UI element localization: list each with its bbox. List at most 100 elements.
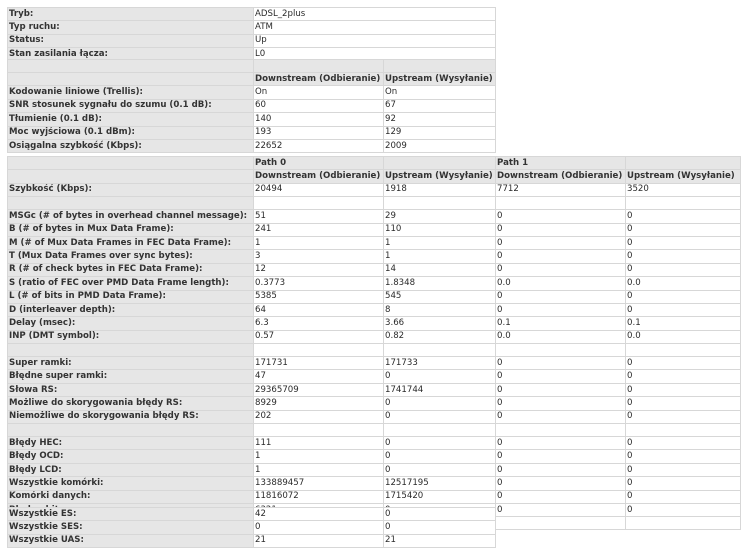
spacer-cell: [383, 59, 496, 73]
stat-label: MSGc (# of bytes in overhead channel mes…: [7, 209, 254, 224]
stat-value: 0: [625, 436, 741, 451]
stat-value: 0: [625, 462, 741, 478]
stat-value: 0.1: [625, 316, 741, 331]
stat-row: L (# of bits in PMD Data Frame): 5385 545 0…: [7, 289, 741, 304]
spacer-cell: [383, 343, 496, 358]
stat-label: T (Mux Data Frames over sync bytes):: [7, 249, 254, 264]
stat-value: 29: [383, 209, 496, 224]
params-section: MSGc (# of bytes in overhead channel mes…: [7, 209, 741, 345]
stat-label: Błędy LCD:: [7, 462, 254, 478]
general-status-table: Tryb: ADSL_2plus Typ ruchu: ATM Status: …: [7, 6, 496, 62]
downstream-header: Downstream (Odbieranie): [495, 169, 626, 184]
stat-value: 545: [383, 289, 496, 304]
line-row: SNR stosunek sygnału do szumu (0.1 dB): …: [7, 98, 496, 114]
stat-value: 0.0: [495, 329, 626, 345]
stat-value: 0: [495, 476, 626, 491]
path1-header: Path 1: [495, 155, 626, 171]
stat-value: 0: [625, 222, 741, 237]
stat-value: 0: [383, 409, 496, 425]
stat-value: 0: [383, 369, 496, 384]
stat-value: 20494: [253, 182, 384, 198]
stat-value: 0: [495, 222, 626, 237]
spacer-cell: [253, 423, 384, 438]
header-empty: [7, 71, 254, 87]
spacer-cell: [625, 516, 741, 531]
stat-row: Błędy HEC: 111 0 0 0: [7, 436, 741, 451]
general-value: ATM: [253, 20, 496, 35]
header-empty: [7, 155, 254, 171]
spacer-row: [7, 196, 741, 211]
spacer-cell: [7, 59, 254, 73]
stat-value: 0: [625, 369, 741, 384]
seconds-up: 0: [383, 520, 496, 535]
stat-value: 0: [625, 396, 741, 411]
spacer-cell: [7, 343, 254, 358]
spacer-cell: [625, 423, 741, 438]
stat-label: Błędy HEC:: [7, 436, 254, 451]
stat-value: 3.66: [383, 316, 496, 331]
stat-value: 0: [495, 436, 626, 451]
line-row: Osiągalna szybkość (Kbps): 22652 2009: [7, 138, 496, 154]
stat-row: Niemożliwe do skorygowania błędy RS: 202 0…: [7, 409, 741, 425]
stat-value: 0: [495, 382, 626, 398]
upstream-header: Upstream (Wysyłanie): [625, 169, 741, 184]
line-up: On: [383, 85, 496, 100]
stat-row: Super ramki: 171731 171733 0 0: [7, 356, 741, 371]
line-label: Moc wyjściowa (0.1 dBm):: [7, 125, 254, 140]
stat-value: 0: [625, 449, 741, 464]
stat-row: INP (DMT symbol): 0.57 0.82 0.0 0.0: [7, 329, 741, 345]
stat-value: 0: [383, 436, 496, 451]
stat-row: B (# of bytes in Mux Data Frame): 241 110 0…: [7, 222, 741, 237]
spacer-cell: [253, 59, 384, 73]
stat-value: 0: [495, 489, 626, 504]
stat-value: 1: [383, 249, 496, 264]
general-label: Tryb:: [7, 6, 254, 22]
line-params-table: Downstream (Odbieranie) Upstream (Wysyła…: [7, 59, 496, 154]
stat-value: 0: [495, 235, 626, 251]
stat-value: 1: [253, 235, 384, 251]
spacer-cell: [7, 196, 254, 211]
errored-seconds-table: Wszystkie ES: 42 0 Wszystkie SES: 0 0 Ws…: [7, 506, 496, 548]
stat-value: 0: [495, 356, 626, 371]
stat-row: D (interleaver depth): 64 8 0 0: [7, 302, 741, 318]
downstream-header: Downstream (Odbieranie): [253, 71, 384, 87]
seconds-down: 42: [253, 506, 384, 522]
line-row: Tłumienie (0.1 dB): 140 92: [7, 112, 496, 127]
stat-value: 1: [383, 235, 496, 251]
spacer-row: [7, 343, 741, 358]
stat-value: 3: [253, 249, 384, 264]
spacer-cell: [253, 343, 384, 358]
stat-value: 0: [495, 409, 626, 425]
speed-row: Szybkość (Kbps): 20494 1918 7712 3520: [7, 182, 741, 198]
stat-value: 0: [625, 209, 741, 224]
header-empty: [383, 155, 496, 171]
stat-row: T (Mux Data Frames over sync bytes): 3 1 0 0: [7, 249, 741, 264]
general-label: Typ ruchu:: [7, 20, 254, 35]
stat-label: L (# of bits in PMD Data Frame):: [7, 289, 254, 304]
general-value: Up: [253, 33, 496, 49]
stat-value: 11816072: [253, 489, 384, 504]
stat-value: 64: [253, 302, 384, 318]
stat-row: Błędne super ramki: 47 0 0 0: [7, 369, 741, 384]
stat-value: 0: [495, 262, 626, 278]
stat-value: 3520: [625, 182, 741, 198]
stat-label: M (# of Mux Data Frames in FEC Data Fram…: [7, 235, 254, 251]
line-down: 140: [253, 112, 384, 127]
spacer-row: [7, 59, 496, 73]
spacer-cell: [495, 196, 626, 211]
stat-value: 0: [625, 502, 741, 518]
direction-header-row: Downstream (Odbieranie) Upstream (Wysyła…: [7, 169, 741, 184]
spacer-cell: [495, 423, 626, 438]
line-up: 67: [383, 98, 496, 114]
stat-row: M (# of Mux Data Frames in FEC Data Fram…: [7, 235, 741, 251]
stat-value: 133889457: [253, 476, 384, 491]
stat-value: 1: [253, 462, 384, 478]
line-label: SNR stosunek sygnału do szumu (0.1 dB):: [7, 98, 254, 114]
stat-value: 0.0: [625, 276, 741, 291]
stat-value: 8929: [253, 396, 384, 411]
stat-row: S (ratio of FEC over PMD Data Frame leng…: [7, 276, 741, 291]
stat-row: Komórki danych: 11816072 1715420 0 0: [7, 489, 741, 504]
stat-value: 0.1: [495, 316, 626, 331]
stat-row: Możliwe do skorygowania błędy RS: 8929 0 0 0: [7, 396, 741, 411]
stat-value: 1918: [383, 182, 496, 198]
